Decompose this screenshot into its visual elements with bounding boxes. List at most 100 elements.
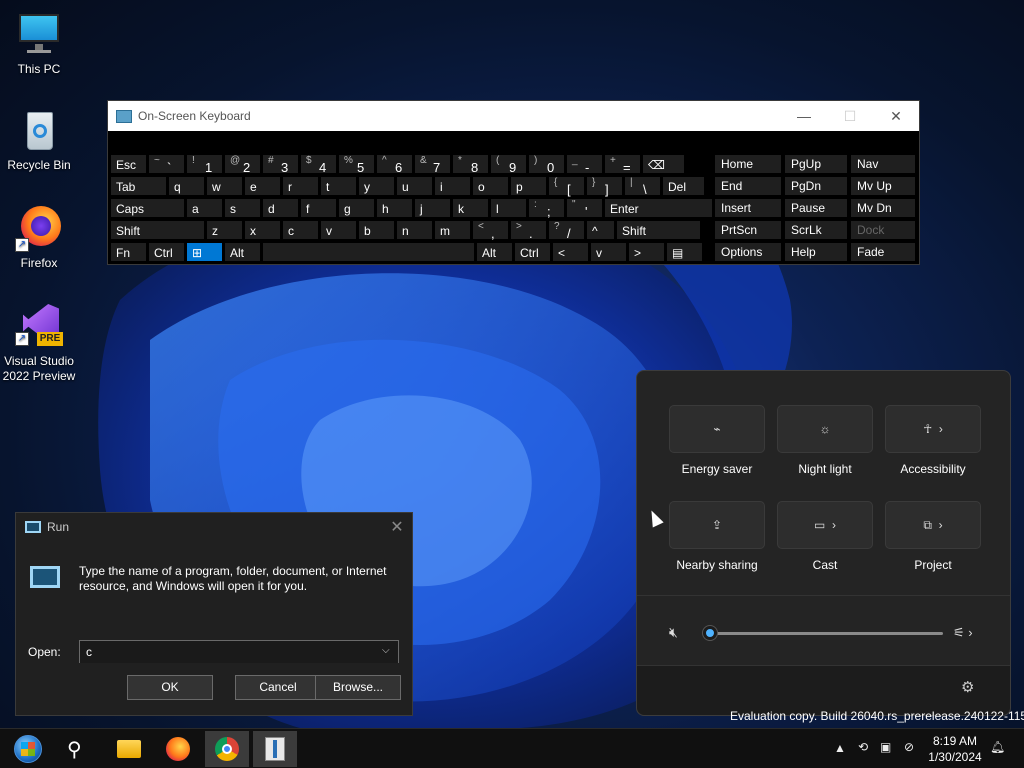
osk-key[interactable]: Enter — [604, 198, 713, 218]
osk-key[interactable]: ▤ — [666, 242, 703, 262]
osk-key[interactable]: > — [628, 242, 665, 262]
osk-nav-key[interactable]: ScrLk — [784, 220, 848, 240]
on-screen-keyboard-taskbar-button[interactable] — [253, 731, 297, 767]
maximize-button[interactable]: ☐ — [827, 108, 873, 125]
accessibility-tile[interactable]: ☥ › — [885, 405, 981, 453]
osk-key[interactable]: g — [338, 198, 375, 218]
osk-key[interactable]: ) 0 — [528, 154, 565, 175]
osk-key[interactable]: @2 — [224, 154, 261, 175]
osk-key[interactable]: Fn — [110, 242, 147, 262]
osk-key[interactable] — [262, 242, 475, 262]
osk-key[interactable]: Tab — [110, 176, 167, 196]
notification-bell-icon[interactable]: 🔔︎ — [990, 740, 1005, 754]
osk-key[interactable]: k — [452, 198, 489, 218]
osk-key[interactable]: s — [224, 198, 261, 218]
osk-key[interactable]: ⊞ — [186, 242, 223, 262]
osk-key[interactable]: x — [244, 220, 281, 240]
osk-key[interactable]: ^ — [586, 220, 615, 240]
osk-key[interactable]: ⌫ — [642, 154, 685, 174]
speaker-muted-icon[interactable]: 🔇︎ — [669, 624, 678, 641]
nearby-sharing-tile[interactable]: ⇪ — [669, 501, 765, 549]
osk-key[interactable]: + = — [604, 154, 641, 175]
osk-key[interactable]: d — [262, 198, 299, 218]
project-tile[interactable]: ⧉ › — [885, 501, 981, 549]
osk-key[interactable]: (9 — [490, 154, 527, 175]
osk-key[interactable]: <, — [472, 220, 509, 241]
chevron-right-icon[interactable]: › — [939, 518, 943, 532]
osk-key[interactable]: r — [282, 176, 319, 196]
osk-key[interactable]: Del — [662, 176, 705, 196]
osk-nav-key[interactable]: Mv Up — [850, 176, 916, 196]
osk-key[interactable]: Shift — [110, 220, 205, 240]
osk-key[interactable]: l — [490, 198, 527, 218]
osk-key[interactable]: f — [300, 198, 337, 218]
osk-key[interactable]: a — [186, 198, 223, 218]
osk-nav-key[interactable]: Insert — [714, 198, 782, 218]
osk-key[interactable]: ~ ` — [148, 154, 185, 175]
desktop-icon-firefox[interactable]: ↗ Firefox — [2, 204, 76, 271]
search-button[interactable]: ⚲ — [56, 731, 100, 767]
osk-key[interactable]: m — [434, 220, 471, 240]
osk-titlebar[interactable]: On-Screen Keyboard — ☐ ✕ — [108, 101, 919, 131]
start-button[interactable] — [6, 731, 50, 767]
close-button[interactable]: ✕ — [873, 108, 919, 125]
osk-key[interactable]: v — [590, 242, 627, 262]
open-combobox[interactable]: c ⌵ — [79, 640, 399, 664]
osk-key[interactable]: Shift — [616, 220, 701, 240]
osk-key[interactable]: ^ 6 — [376, 154, 413, 175]
desktop-icon-visual-studio[interactable]: PRE ↗ Visual Studio 2022 Preview — [2, 302, 76, 384]
osk-nav-key[interactable]: End — [714, 176, 782, 196]
osk-nav-key[interactable]: Dock — [850, 220, 916, 240]
osk-key[interactable]: Ctrl — [148, 242, 185, 262]
osk-key[interactable]: < — [552, 242, 589, 262]
quick-settings-panel[interactable]: ⌁ ☼ ☥ › Energy saver Night light Accessi… — [636, 370, 1011, 716]
osk-key[interactable]: v — [320, 220, 357, 240]
on-screen-keyboard-window[interactable]: On-Screen Keyboard — ☐ ✕ Esc ~ `! 1 @2 #3 $4% 5… — [107, 100, 920, 265]
osk-key[interactable]: ? / — [548, 220, 585, 241]
volume-mixer-icon[interactable]: ⚟ › — [953, 625, 973, 641]
osk-key[interactable]: o — [472, 176, 509, 196]
osk-key[interactable]: Alt — [476, 242, 513, 262]
osk-key[interactable]: p — [510, 176, 547, 196]
chrome-taskbar-button[interactable] — [205, 731, 249, 767]
osk-key[interactable]: u — [396, 176, 433, 196]
chevron-up-icon[interactable]: ▲ — [834, 741, 846, 755]
desktop-icon-recycle-bin[interactable]: Recycle Bin — [2, 106, 76, 173]
osk-key[interactable]: #3 — [262, 154, 299, 175]
cast-tile[interactable]: ▭ › — [777, 501, 873, 549]
osk-key[interactable]: % 5 — [338, 154, 375, 175]
osk-key[interactable]: t — [320, 176, 357, 196]
open-input[interactable]: c — [86, 645, 92, 659]
osk-key[interactable]: Ctrl — [514, 242, 551, 262]
clock[interactable]: 8:19 AM 1/30/2024 — [922, 733, 988, 765]
osk-nav-key[interactable]: Options — [714, 242, 782, 262]
speaker-muted-icon[interactable]: ⊘ — [904, 740, 914, 754]
osk-key[interactable]: w — [206, 176, 243, 196]
osk-key[interactable]: i — [434, 176, 471, 196]
osk-key[interactable]: z — [206, 220, 243, 240]
osk-key[interactable]: {[ — [548, 176, 585, 197]
energy-saver-tile[interactable]: ⌁ — [669, 405, 765, 453]
chevron-right-icon[interactable]: › — [939, 422, 943, 436]
osk-key[interactable]: * 8 — [452, 154, 489, 175]
osk-key[interactable]: Caps — [110, 198, 185, 218]
volume-slider[interactable] — [709, 632, 943, 635]
osk-nav-key[interactable]: PrtScn — [714, 220, 782, 240]
osk-key[interactable]: | \ — [624, 176, 661, 197]
osk-key[interactable]: }] — [586, 176, 623, 197]
osk-key[interactable]: $4 — [300, 154, 337, 175]
osk-key[interactable]: _ - — [566, 154, 603, 175]
osk-nav-key[interactable]: Nav — [850, 154, 916, 174]
close-icon[interactable]: ✕ — [382, 517, 412, 537]
chevron-down-icon[interactable]: ⌵ — [382, 645, 394, 657]
firefox-taskbar-button[interactable] — [156, 731, 200, 767]
osk-nav-key[interactable]: Fade — [850, 242, 916, 262]
volume-slider-thumb[interactable] — [703, 626, 717, 640]
osk-key[interactable]: & 7 — [414, 154, 451, 175]
osk-key[interactable]: c — [282, 220, 319, 240]
osk-key[interactable]: e — [244, 176, 281, 196]
osk-key[interactable]: :; — [528, 198, 565, 219]
osk-key[interactable]: >. — [510, 220, 547, 241]
osk-key[interactable]: ! 1 — [186, 154, 223, 175]
osk-key[interactable]: q — [168, 176, 205, 196]
